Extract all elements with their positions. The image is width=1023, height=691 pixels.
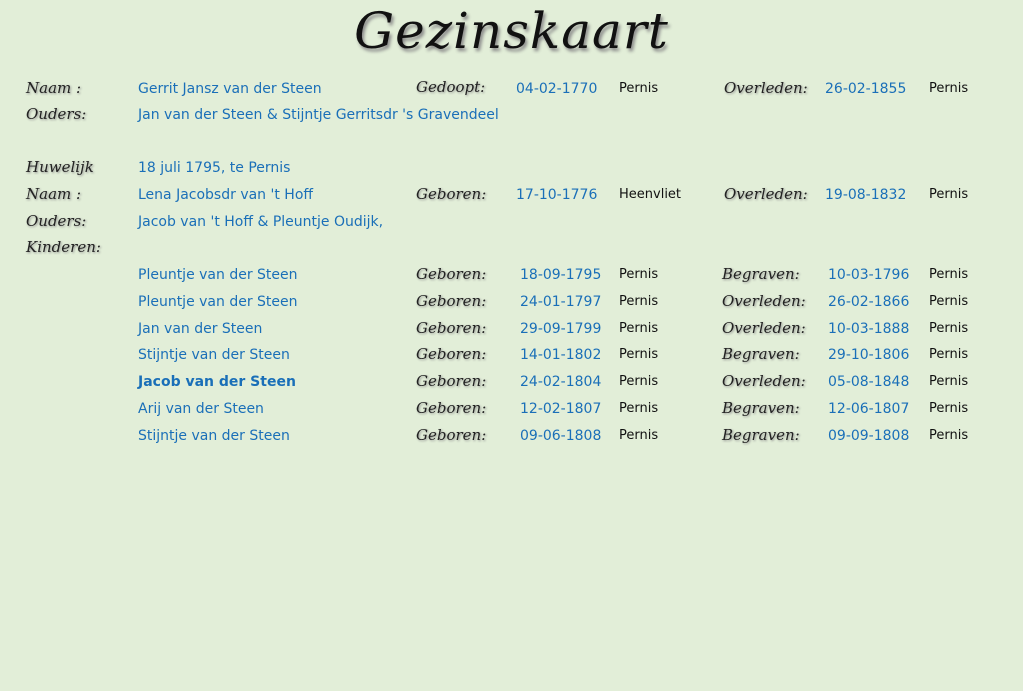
child-birth-place: Pernis bbox=[619, 321, 659, 336]
page-title: Gezinskaart bbox=[354, 2, 669, 60]
child-birth-date: 09-06-1808 bbox=[520, 428, 602, 444]
child-end-label: Begraven: bbox=[722, 265, 800, 283]
child-row: Jan van der Steen Geboren: 29-09-1799 Perni… bbox=[0, 319, 1023, 343]
child-name: Jacob van der Steen bbox=[138, 374, 296, 390]
wife-event-label: Geboren: bbox=[416, 185, 487, 203]
child-name: Jan van der Steen bbox=[138, 321, 263, 337]
child-birth-place: Pernis bbox=[619, 401, 659, 416]
husband-death-label: Overleden: bbox=[724, 79, 808, 97]
husband-name: Gerrit Jansz van der Steen bbox=[138, 81, 322, 97]
child-birth-date: 29-09-1799 bbox=[520, 321, 602, 337]
wife-parents-label: Ouders: bbox=[26, 212, 87, 230]
wife-name-label: Naam : bbox=[26, 185, 82, 203]
child-birth-place: Pernis bbox=[619, 347, 659, 362]
child-birth-label: Geboren: bbox=[416, 372, 487, 390]
child-end-label: Overleden: bbox=[722, 292, 806, 310]
child-row: Pleuntje van der Steen Geboren: 18-09-1795… bbox=[0, 265, 1023, 289]
husband-parents-label: Ouders: bbox=[26, 105, 87, 123]
child-end-place: Pernis bbox=[929, 428, 969, 443]
child-birth-date: 14-01-1802 bbox=[520, 347, 602, 363]
husband-event-place: Pernis bbox=[619, 81, 659, 96]
wife-death-place: Pernis bbox=[929, 187, 969, 202]
child-name: Pleuntje van der Steen bbox=[138, 294, 298, 310]
child-end-label: Begraven: bbox=[722, 399, 800, 417]
child-end-date: 10-03-1796 bbox=[828, 267, 910, 283]
child-end-date: 12-06-1807 bbox=[828, 401, 910, 417]
wife-death-label: Overleden: bbox=[724, 185, 808, 203]
child-birth-place: Pernis bbox=[619, 428, 659, 443]
child-name: Arij van der Steen bbox=[138, 401, 264, 417]
husband-event-date: 04-02-1770 bbox=[516, 81, 598, 97]
child-row: Jacob van der Steen Geboren: 24-02-1804 Per… bbox=[0, 372, 1023, 396]
child-end-place: Pernis bbox=[929, 321, 969, 336]
husband-parents: Jan van der Steen & Stijntje Gerritsdr '… bbox=[138, 107, 499, 123]
wife-event-place: Heenvliet bbox=[619, 187, 682, 202]
child-end-place: Pernis bbox=[929, 374, 969, 389]
child-end-place: Pernis bbox=[929, 267, 969, 282]
child-name: Stijntje van der Steen bbox=[138, 347, 290, 363]
child-birth-label: Geboren: bbox=[416, 426, 487, 444]
husband-death-place: Pernis bbox=[929, 81, 969, 96]
marriage-label: Huwelijk bbox=[26, 158, 94, 176]
husband-death-date: 26-02-1855 bbox=[825, 81, 907, 97]
wife-death-date: 19-08-1832 bbox=[825, 187, 907, 203]
child-end-label: Overleden: bbox=[722, 319, 806, 337]
child-name: Stijntje van der Steen bbox=[138, 428, 290, 444]
child-end-label: Begraven: bbox=[722, 345, 800, 363]
child-end-label: Overleden: bbox=[722, 372, 806, 390]
child-end-place: Pernis bbox=[929, 294, 969, 309]
child-birth-place: Pernis bbox=[619, 267, 659, 282]
child-end-date: 10-03-1888 bbox=[828, 321, 910, 337]
child-end-place: Pernis bbox=[929, 347, 969, 362]
child-end-date: 09-09-1808 bbox=[828, 428, 910, 444]
marriage-info: 18 juli 1795, te Pernis bbox=[138, 160, 291, 176]
child-row: Stijntje van der Steen Geboren: 14-01-1802… bbox=[0, 345, 1023, 369]
wife-event-date: 17-10-1776 bbox=[516, 187, 598, 203]
child-birth-label: Geboren: bbox=[416, 319, 487, 337]
child-birth-date: 24-02-1804 bbox=[520, 374, 602, 390]
child-row: Stijntje van der Steen Geboren: 09-06-1808… bbox=[0, 426, 1023, 450]
child-birth-label: Geboren: bbox=[416, 265, 487, 283]
children-label: Kinderen: bbox=[26, 238, 101, 256]
child-end-place: Pernis bbox=[929, 401, 969, 416]
wife-name: Lena Jacobsdr van 't Hoff bbox=[138, 187, 314, 203]
child-birth-place: Pernis bbox=[619, 374, 659, 389]
child-end-date: 05-08-1848 bbox=[828, 374, 910, 390]
child-name: Pleuntje van der Steen bbox=[138, 267, 298, 283]
child-row: Arij van der Steen Geboren: 12-02-1807 Pern… bbox=[0, 399, 1023, 423]
child-birth-date: 12-02-1807 bbox=[520, 401, 602, 417]
child-birth-label: Geboren: bbox=[416, 399, 487, 417]
child-birth-date: 18-09-1795 bbox=[520, 267, 602, 283]
child-end-date: 29-10-1806 bbox=[828, 347, 910, 363]
husband-event-label: Gedoopt: bbox=[416, 78, 486, 96]
husband-name-label: Naam : bbox=[26, 79, 82, 97]
child-birth-label: Geboren: bbox=[416, 345, 487, 363]
child-birth-date: 24-01-1797 bbox=[520, 294, 602, 310]
child-end-label: Begraven: bbox=[722, 426, 800, 444]
wife-parents: Jacob van 't Hoff & Pleuntje Oudijk, bbox=[138, 214, 384, 230]
child-birth-place: Pernis bbox=[619, 294, 659, 309]
child-row: Pleuntje van der Steen Geboren: 24-01-1797… bbox=[0, 292, 1023, 316]
child-birth-label: Geboren: bbox=[416, 292, 487, 310]
child-end-date: 26-02-1866 bbox=[828, 294, 910, 310]
